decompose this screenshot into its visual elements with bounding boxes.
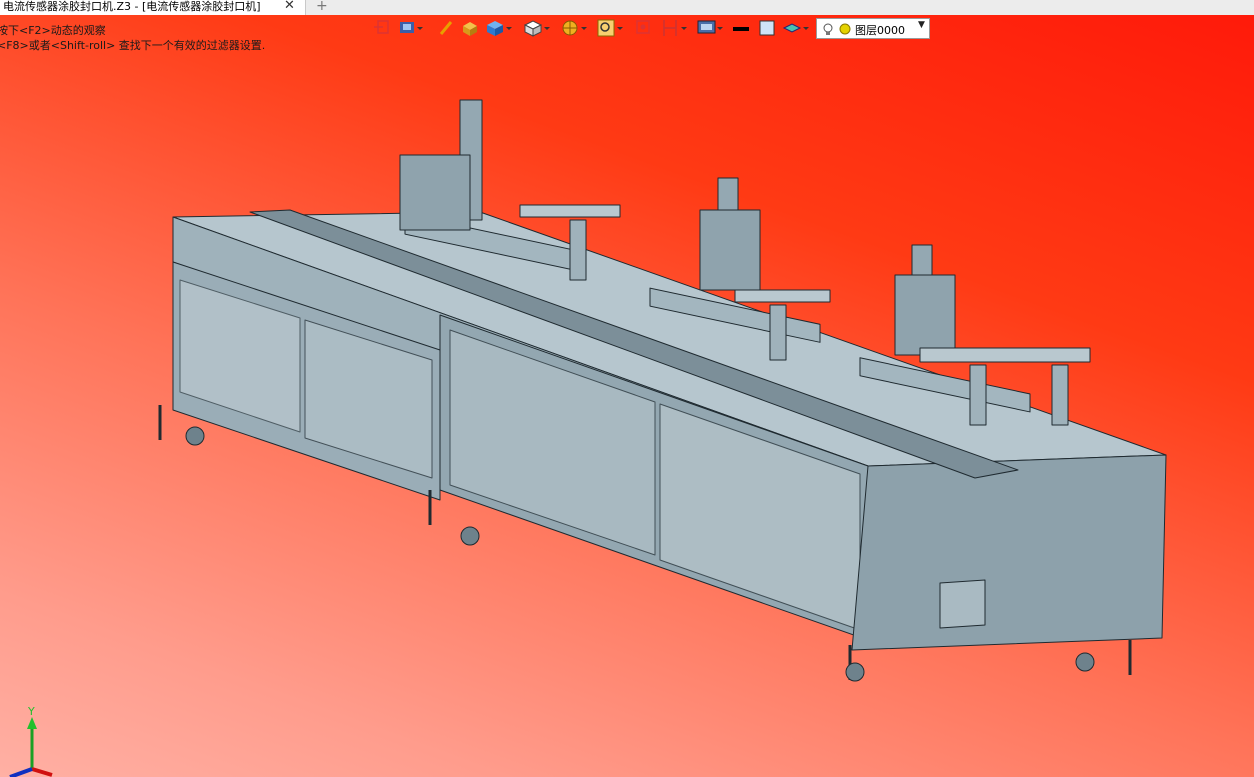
lightbulb-icon[interactable] — [823, 22, 853, 36]
end-cabinet — [851, 454, 1167, 651]
filter-icon[interactable] — [560, 16, 590, 40]
zoom-icon[interactable] — [596, 16, 626, 40]
hint-line-1: 按下<F2>动态的观察 — [0, 24, 106, 37]
hint-line-2: <F8>或者<Shift-roll> 查找下一个有效的过滤器设置. — [0, 39, 266, 52]
tab-bar: 电流传感器涂胶封口机.Z3 - [电流传感器涂胶封口机] ✕ + — [0, 0, 1254, 16]
view-style-icon[interactable] — [398, 16, 424, 40]
color-swatch-icon[interactable] — [758, 16, 776, 40]
chevron-down-icon[interactable]: ▼ — [918, 20, 925, 30]
3d-viewport[interactable]: 按下<F2>动态的观察 <F8>或者<Shift-roll> 查找下一个有效的过… — [0, 15, 1254, 777]
shaded-box-icon[interactable] — [460, 16, 480, 40]
black-line-icon[interactable] — [732, 16, 750, 40]
pencil-icon[interactable] — [438, 16, 454, 40]
fit-view-icon[interactable] — [634, 16, 652, 40]
white-cube-icon[interactable] — [522, 16, 552, 40]
axis-triad: Y — [9, 705, 53, 777]
machine-model — [158, 99, 1167, 682]
y-axis-label: Y — [27, 705, 35, 718]
layer-name: 图层0000 — [855, 24, 905, 37]
section-icon[interactable] — [660, 16, 690, 40]
add-tab-icon[interactable]: + — [316, 0, 328, 14]
document-tab[interactable]: 电流传感器涂胶封口机.Z3 - [电流传感器涂胶封口机] ✕ — [0, 0, 306, 15]
layer-stack-icon[interactable] — [782, 16, 812, 40]
document-tab-title: 电流传感器涂胶封口机.Z3 - [电流传感器涂胶封口机] — [3, 0, 261, 13]
blue-cube-icon[interactable] — [484, 16, 514, 40]
close-tab-icon[interactable]: ✕ — [284, 0, 295, 13]
layer-dropdown[interactable]: 图层0000 ▼ — [816, 18, 930, 39]
exit-sketch-icon[interactable] — [372, 16, 392, 40]
display-icon[interactable] — [696, 16, 726, 40]
